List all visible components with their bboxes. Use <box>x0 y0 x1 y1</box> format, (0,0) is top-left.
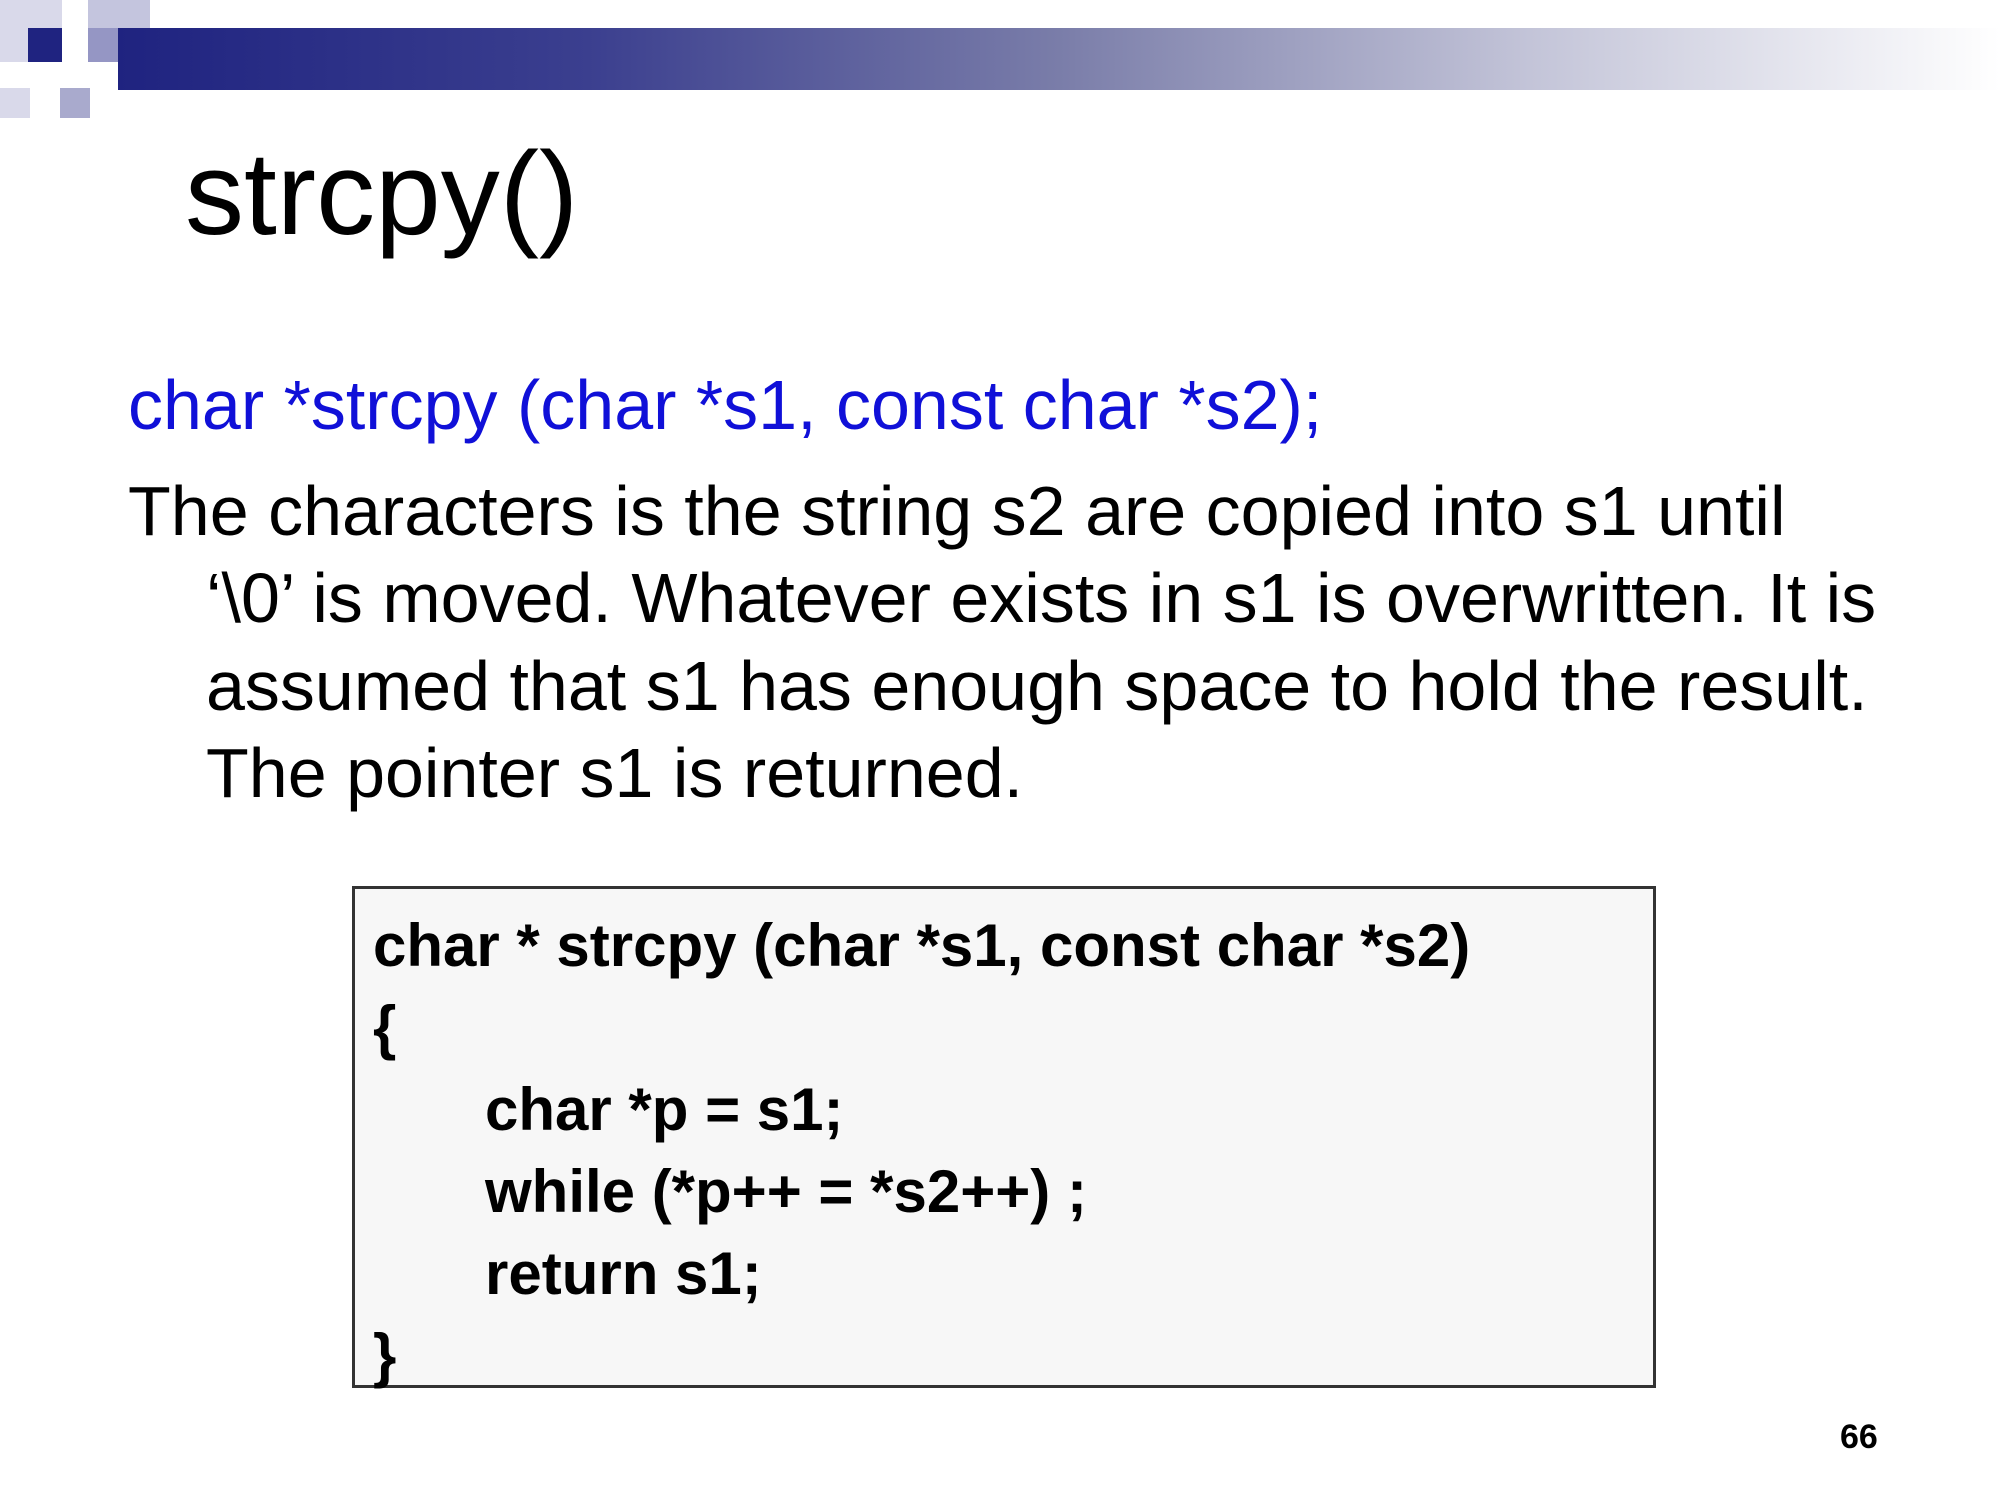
code-line-3: char *p = s1; <box>485 1076 844 1143</box>
code-listing: char * strcpy (char *s1, const char *s2)… <box>352 886 1656 1389</box>
header-square-small <box>60 88 90 118</box>
code-line-5: return s1; <box>485 1240 762 1307</box>
page-number: 66 <box>1840 1418 1878 1456</box>
header-square-small-light <box>0 88 30 118</box>
slide-body: char *strcpy (char *s1, const char *s2);… <box>128 362 1888 818</box>
slide-title: strcpy() <box>185 128 579 260</box>
code-line-2: { <box>373 994 397 1061</box>
code-line-1: char * strcpy (char *s1, const char *s2) <box>373 912 1471 979</box>
code-line-4: while (*p++ = *s2++) ; <box>485 1158 1087 1225</box>
function-description: The characters is the string s2 are copi… <box>128 471 1877 813</box>
header-square-dark <box>28 28 62 62</box>
header-gradient-bar <box>118 28 2000 90</box>
function-signature: char *strcpy (char *s1, const char *s2); <box>128 366 1323 444</box>
code-line-6: } <box>373 1322 397 1389</box>
